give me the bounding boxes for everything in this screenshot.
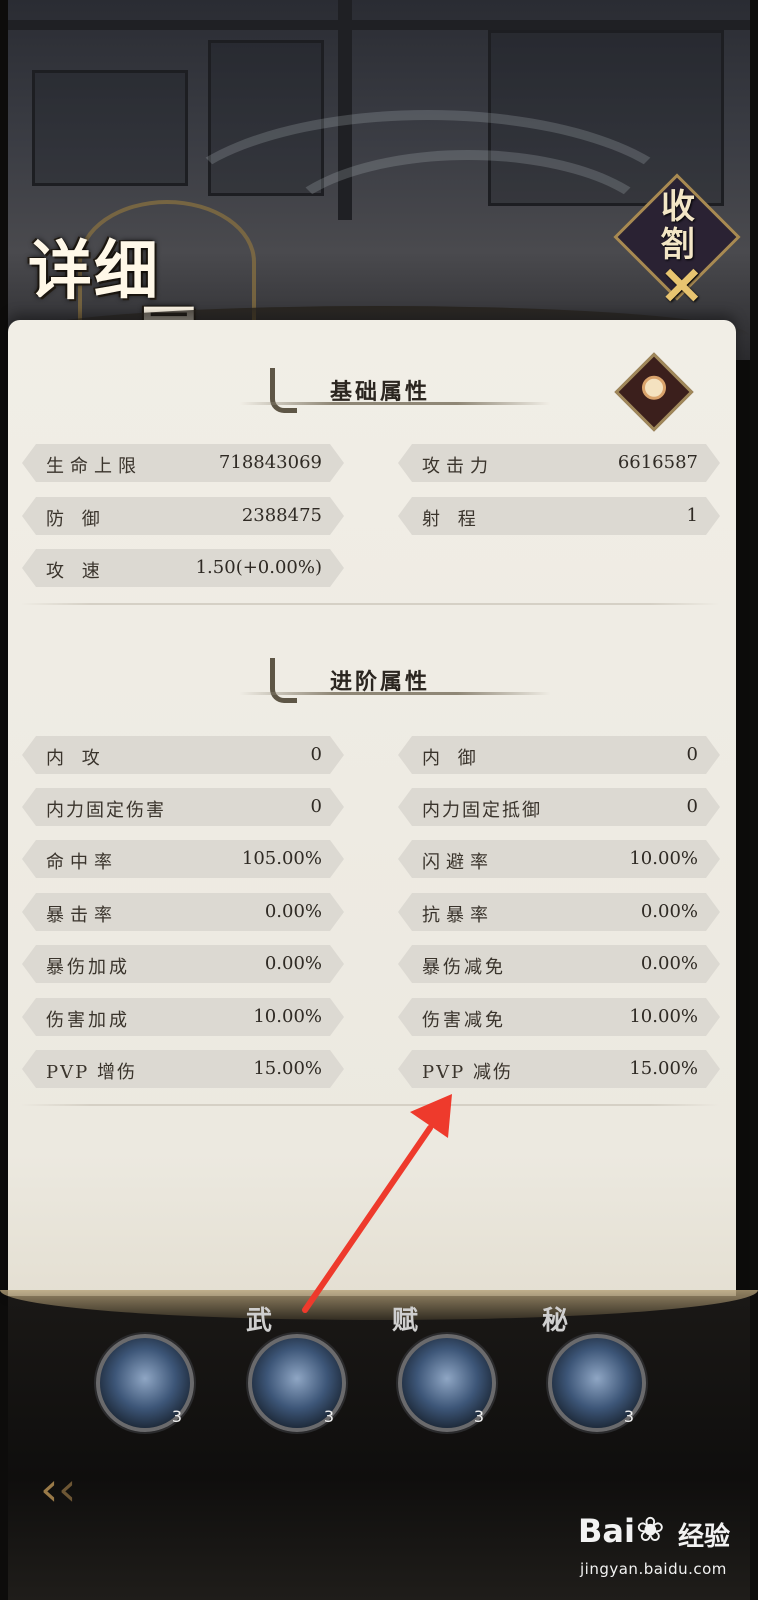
magnifier-icon	[642, 375, 666, 400]
chevron-left-icon: ‹	[40, 1462, 59, 1516]
watermark-url: jingyan.baidu.com	[580, 1560, 727, 1578]
watermark-brand: Bai	[578, 1512, 635, 1550]
skill-slot-2[interactable]: 3	[248, 1334, 346, 1432]
game-screen: 详细 属性 收劄 ✕ 基础属性 生命上限 718843069 攻击力 66165…	[0, 0, 758, 1600]
back-button[interactable]: ‹ ‹	[34, 1464, 104, 1514]
skill-slot-3[interactable]: 3	[398, 1334, 496, 1432]
stat-range: 射 程 1	[398, 497, 720, 535]
stat-attack-speed: 攻 速 1.50(+0.00%)	[22, 549, 344, 587]
brush-ornament-icon	[270, 658, 297, 703]
skill-slot-4[interactable]: 3	[548, 1334, 646, 1432]
stat-fixed-resist: 内力固定抵御 0	[398, 788, 720, 826]
advanced-section-title: 进阶属性	[330, 669, 431, 695]
stat-damage-reduction: 伤害减免 10.00%	[398, 998, 720, 1036]
skill-tag-secret: 秘	[542, 1306, 569, 1336]
watermark-jingyan: 经验	[678, 1522, 731, 1552]
close-icon[interactable]: ✕	[660, 261, 704, 313]
close-button-label: 收劄	[661, 187, 695, 265]
stat-internal-attack: 内 攻 0	[22, 736, 344, 774]
stat-dodge-rate: 闪避率 10.00%	[398, 840, 720, 878]
stat-crit-resist: 抗暴率 0.00%	[398, 893, 720, 931]
basic-section-header: 基础属性	[240, 368, 550, 424]
stat-attack: 攻击力 6616587	[398, 444, 720, 482]
section-divider	[20, 603, 720, 605]
stat-crit-damage-bonus: 暴伤加成 0.00%	[22, 945, 344, 983]
stat-crit-damage-reduction: 暴伤减免 0.00%	[398, 945, 720, 983]
stat-max-hp: 生命上限 718843069	[22, 444, 344, 482]
stat-fixed-damage: 内力固定伤害 0	[22, 788, 344, 826]
baidu-paw-icon: ❀	[636, 1510, 665, 1550]
stat-pvp-damage-bonus: PVP 增伤 15.00%	[22, 1050, 344, 1088]
basic-section-title: 基础属性	[330, 379, 431, 405]
stat-defense: 防 御 2388475	[22, 497, 344, 535]
stat-pvp-damage-reduction: PVP 减伤 15.00%	[398, 1050, 720, 1088]
chevron-left-icon: ‹	[58, 1462, 77, 1516]
stat-damage-bonus: 伤害加成 10.00%	[22, 998, 344, 1036]
stat-internal-defense: 内 御 0	[398, 736, 720, 774]
advanced-section-header: 进阶属性	[240, 658, 550, 714]
skill-tag-martial: 武	[246, 1306, 273, 1336]
brush-ornament-icon	[270, 368, 297, 413]
stat-hit-rate: 命中率 105.00%	[22, 840, 344, 878]
skill-tag-talent: 赋	[392, 1306, 419, 1336]
section-divider	[20, 1104, 720, 1106]
baidu-jingyan-watermark: Bai ❀ 经验 jingyan.baidu.com	[578, 1510, 748, 1584]
skill-slot-1[interactable]: 3	[96, 1334, 194, 1432]
stat-crit-rate: 暴击率 0.00%	[22, 893, 344, 931]
